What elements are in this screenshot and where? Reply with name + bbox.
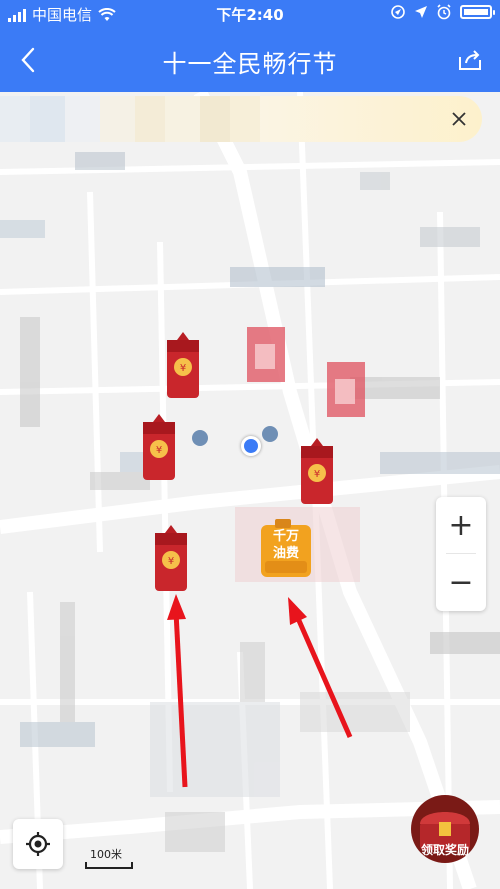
fuel-label-line2: 油费 [272,546,299,561]
map-scale: 100米 [85,846,135,870]
zoom-divider [446,553,476,554]
red-envelope-icon[interactable]: ¥ [139,414,179,484]
share-button[interactable] [452,42,488,78]
red-envelope-icon[interactable]: ¥ [297,438,337,508]
red-envelope-icon[interactable]: ¥ [151,525,191,595]
treasure-chest-icon[interactable]: 领取奖励 [406,794,484,864]
battery-icon [460,5,495,19]
banner-close-button[interactable] [444,104,474,134]
scale-bar [85,862,133,869]
close-icon [452,112,466,126]
share-icon [459,50,481,70]
fuel-label-line1: 千万 [272,529,299,544]
red-envelope-icon[interactable]: ¥ [163,332,203,402]
alarm-icon [437,4,451,20]
page-title: 十一全民畅行节 [162,50,338,78]
zoom-out-button[interactable]: − [436,554,486,611]
user-location-marker [241,436,261,456]
envelope-symbol: ¥ [180,363,186,374]
scale-label: 100米 [90,848,122,861]
envelope-symbol: ¥ [314,469,320,480]
chest-label: 领取奖励 [420,843,469,857]
zoom-in-button[interactable]: + [436,497,486,554]
locate-button[interactable] [13,819,63,869]
nav-bar: 十一全民畅行节 [0,28,500,92]
promo-banner[interactable] [0,96,482,142]
status-bar: 中国电信 下午2:40 [0,0,500,28]
map-background [0,92,500,889]
locate-icon [26,832,50,856]
envelope-symbol: ¥ [156,445,162,456]
map-view[interactable]: ¥ ¥ ¥ ¥ 千万 油费 + − 100米 领取奖励 [0,92,500,889]
compass-icon [415,6,427,18]
fuel-label: 千万 油费 [255,528,317,562]
fuel-can-icon[interactable]: 千万 油费 [255,517,317,579]
envelope-symbol: ¥ [168,556,174,567]
location-icon [391,5,405,19]
zoom-controls: + − [436,497,486,611]
